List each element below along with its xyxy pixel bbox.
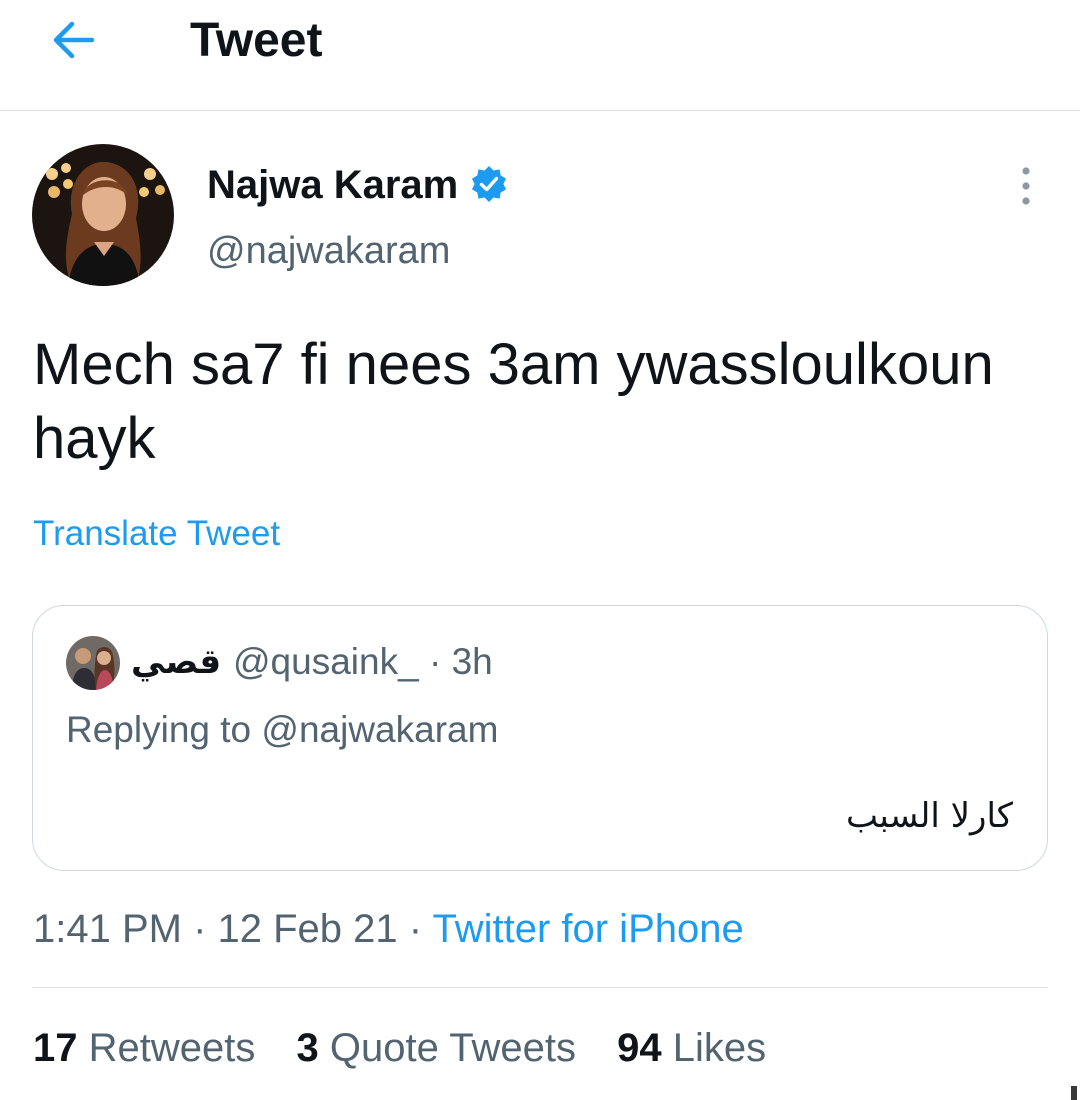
quoted-author-name: قصي [131, 642, 222, 682]
meta-separator: · [428, 641, 442, 682]
engagement-stats: 17 Retweets 3 Quote Tweets 94 Likes [33, 1025, 796, 1071]
quoted-author-avatar [66, 636, 120, 690]
more-vertical-icon [1022, 167, 1030, 205]
likes-stat[interactable]: 94 Likes [617, 1025, 766, 1071]
arrow-left-icon [53, 21, 95, 59]
author-handle[interactable]: @najwakaram [207, 229, 450, 273]
more-options-button[interactable] [1006, 164, 1046, 210]
author-avatar[interactable] [32, 144, 174, 286]
retweets-label: Retweets [88, 1026, 256, 1070]
tweet-detail-page: Tweet Najwa Karam @najwakaram Mech sa7 f… [0, 0, 1080, 1100]
replying-to-text: Replying to @najwakaram [66, 709, 499, 750]
retweets-stat[interactable]: 17 Retweets [33, 1025, 255, 1071]
divider [32, 987, 1048, 988]
retweets-count: 17 [33, 1026, 78, 1070]
quoted-tweet-card[interactable]: قصي @qusaink_ · 3h Replying to @najwakar… [32, 605, 1048, 871]
quoted-avatar-image [66, 636, 120, 690]
author-name[interactable]: Najwa Karam [207, 162, 458, 208]
tweet-time: 1:41 PM [33, 907, 182, 951]
quoted-author-handle: @qusaink_ [233, 641, 419, 682]
quote-tweets-label: Quote Tweets [329, 1026, 576, 1070]
scroll-indicator [1071, 1086, 1077, 1100]
avatar-image [32, 144, 174, 286]
quoted-author-meta: @qusaink_ · 3h [233, 639, 493, 685]
page-title: Tweet [190, 14, 323, 67]
quote-tweets-stat[interactable]: 3 Quote Tweets [297, 1025, 576, 1071]
tweet-date: 12 Feb 21 [217, 907, 398, 951]
top-bar: Tweet [0, 0, 1080, 111]
translate-tweet-link[interactable]: Translate Tweet [33, 512, 280, 556]
back-button[interactable] [48, 14, 104, 66]
tweet-source-link[interactable]: Twitter for iPhone [432, 907, 743, 951]
likes-label: Likes [672, 1026, 767, 1070]
quoted-tweet-text: كارلا السبب [846, 796, 1013, 836]
tweet-text: Mech sa7 fi nees 3am ywassloulkoun hayk [33, 332, 994, 471]
tweet-meta: 1:41 PM · 12 Feb 21 · Twitter for iPhone [33, 907, 744, 951]
verified-badge-icon [469, 164, 509, 204]
quoted-time: 3h [451, 641, 493, 682]
likes-count: 94 [617, 1026, 662, 1070]
quote-tweets-count: 3 [296, 1026, 319, 1070]
